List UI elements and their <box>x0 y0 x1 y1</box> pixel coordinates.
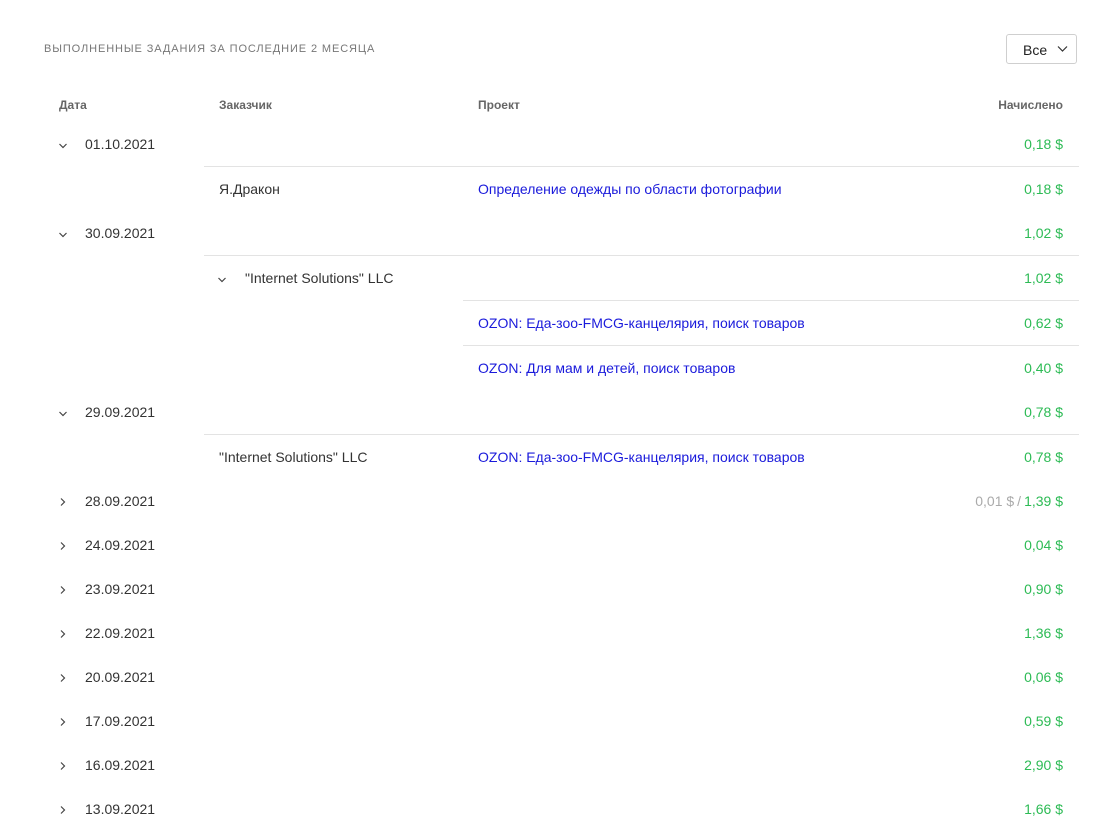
accrued-amount: 0,90 $ <box>1024 581 1063 597</box>
accrued-amount: 0,40 $ <box>1024 360 1063 376</box>
amount-cell: 1,02 $ <box>1024 225 1063 241</box>
date-cell[interactable]: 13.09.2021 <box>85 801 155 817</box>
accrued-amount: 1,02 $ <box>1024 225 1063 241</box>
date-cell[interactable]: 23.09.2021 <box>85 581 155 597</box>
project-link[interactable]: OZON: Для мам и детей, поиск товаров <box>478 360 735 376</box>
amount-cell: 0,04 $ <box>1024 537 1063 553</box>
accrued-amount: 0,59 $ <box>1024 713 1063 729</box>
date-cell[interactable]: 20.09.2021 <box>85 669 155 685</box>
amount-cell: 1,36 $ <box>1024 625 1063 641</box>
accrued-amount: 0,06 $ <box>1024 669 1063 685</box>
accrued-amount: 0,04 $ <box>1024 537 1063 553</box>
chevron-down-icon[interactable] <box>58 409 68 419</box>
column-header-date[interactable]: Дата <box>59 98 87 112</box>
accrued-amount: 1,02 $ <box>1024 270 1063 286</box>
row-divider <box>204 166 1079 167</box>
accrued-amount: 1,36 $ <box>1024 625 1063 641</box>
project-link[interactable]: OZON: Еда-зоо-FMCG-канцелярия, поиск тов… <box>478 315 805 331</box>
accrued-amount: 1,66 $ <box>1024 801 1063 817</box>
amount-cell: 0,59 $ <box>1024 713 1063 729</box>
chevron-down-icon <box>1057 46 1068 52</box>
pending-amount: 0,01 $ <box>975 493 1015 509</box>
amount-cell: 0,78 $ <box>1024 449 1063 465</box>
amount-cell: 0,62 $ <box>1024 315 1063 331</box>
accrued-amount: 1,39 $ <box>1024 493 1063 509</box>
date-cell[interactable]: 16.09.2021 <box>85 757 155 773</box>
column-header-customer[interactable]: Заказчик <box>219 98 272 112</box>
chevron-right-icon[interactable] <box>58 761 68 771</box>
chevron-right-icon[interactable] <box>58 717 68 727</box>
amount-separator: / <box>1017 493 1022 509</box>
amount-cell: 0,90 $ <box>1024 581 1063 597</box>
chevron-down-icon[interactable] <box>217 275 227 285</box>
amount-cell: 1,66 $ <box>1024 801 1063 817</box>
accrued-amount: 0,78 $ <box>1024 449 1063 465</box>
amount-cell: 0,06 $ <box>1024 669 1063 685</box>
column-header-amount[interactable]: Начислено <box>998 98 1063 112</box>
amount-cell: 0,40 $ <box>1024 360 1063 376</box>
amount-cell: 0,18 $ <box>1024 136 1063 152</box>
project-link[interactable]: OZON: Еда-зоо-FMCG-канцелярия, поиск тов… <box>478 449 805 465</box>
chevron-down-icon[interactable] <box>58 230 68 240</box>
customer-cell: Я.Дракон <box>219 181 280 197</box>
filter-value: Все <box>1023 42 1048 58</box>
section-title: ВЫПОЛНЕННЫЕ ЗАДАНИЯ ЗА ПОСЛЕДНИЕ 2 МЕСЯЦ… <box>44 43 376 55</box>
chevron-right-icon[interactable] <box>58 497 68 507</box>
filter-select[interactable]: Все <box>1006 34 1077 64</box>
chevron-right-icon[interactable] <box>58 805 68 815</box>
chevron-right-icon[interactable] <box>58 541 68 551</box>
date-cell[interactable]: 22.09.2021 <box>85 625 155 641</box>
customer-cell[interactable]: "Internet Solutions" LLC <box>245 270 393 286</box>
amount-cell: 2,90 $ <box>1024 757 1063 773</box>
column-header-project[interactable]: Проект <box>478 98 520 112</box>
row-divider <box>463 300 1079 301</box>
amount-cell: 0,01 $/1,39 $ <box>975 493 1063 509</box>
accrued-amount: 2,90 $ <box>1024 757 1063 773</box>
chevron-right-icon[interactable] <box>58 585 68 595</box>
customer-cell: "Internet Solutions" LLC <box>219 449 368 465</box>
row-divider <box>204 255 1079 256</box>
chevron-right-icon[interactable] <box>58 673 68 683</box>
date-cell[interactable]: 17.09.2021 <box>85 713 155 729</box>
date-cell[interactable]: 24.09.2021 <box>85 537 155 553</box>
date-cell[interactable]: 29.09.2021 <box>85 404 155 420</box>
chevron-down-icon[interactable] <box>58 141 68 151</box>
amount-cell: 1,02 $ <box>1024 270 1063 286</box>
amount-cell: 0,18 $ <box>1024 181 1063 197</box>
accrued-amount: 0,78 $ <box>1024 404 1063 420</box>
accrued-amount: 0,18 $ <box>1024 136 1063 152</box>
row-divider <box>204 434 1079 435</box>
chevron-right-icon[interactable] <box>58 629 68 639</box>
project-link[interactable]: Определение одежды по области фотографии <box>478 181 782 197</box>
accrued-amount: 0,18 $ <box>1024 181 1063 197</box>
date-cell[interactable]: 01.10.2021 <box>85 136 155 152</box>
date-cell[interactable]: 30.09.2021 <box>85 225 155 241</box>
accrued-amount: 0,62 $ <box>1024 315 1063 331</box>
amount-cell: 0,78 $ <box>1024 404 1063 420</box>
date-cell[interactable]: 28.09.2021 <box>85 493 155 509</box>
row-divider <box>463 345 1079 346</box>
